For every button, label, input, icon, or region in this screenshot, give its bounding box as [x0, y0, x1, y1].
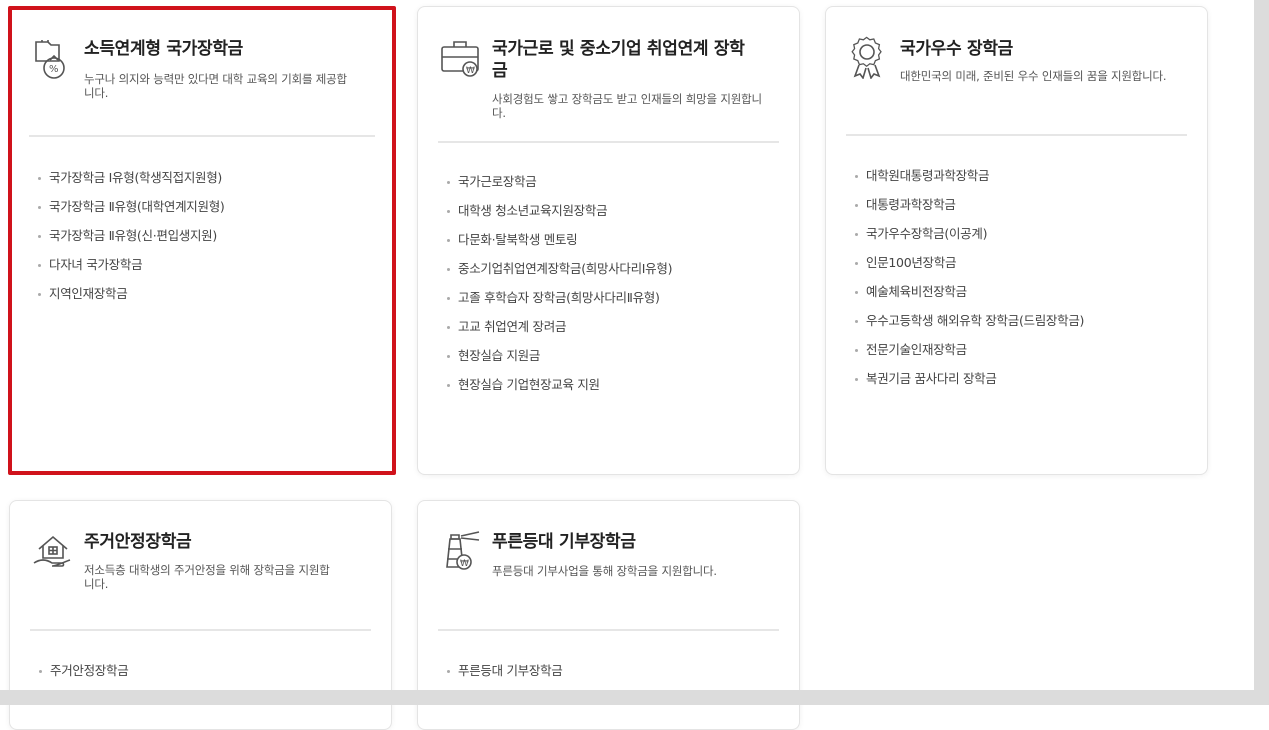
- list-item[interactable]: 지역인재장학금: [29, 285, 379, 314]
- list-item[interactable]: 대학원대통령과학장학금: [846, 167, 1196, 196]
- card-title[interactable]: 소득연계형 국가장학금: [84, 38, 243, 60]
- card-description: 푸른등대 기부사업을 통해 장학금을 지원합니다.: [492, 564, 717, 578]
- list-item[interactable]: 복권기금 꿈사다리 장학금: [846, 370, 1196, 399]
- list-item[interactable]: 국가장학금 Ⅰ유형(학생직접지원형): [29, 169, 379, 198]
- card-description: 저소득층 대학생의 주거안정을 위해 장학금을 지원합니다.: [84, 563, 330, 591]
- list-item[interactable]: 고교 취업연계 장려금: [438, 318, 788, 347]
- card-title[interactable]: 주거안정장학금: [84, 531, 192, 553]
- card-title[interactable]: 푸른등대 기부장학금: [492, 531, 636, 553]
- scholarship-list: 대학원대통령과학장학금 대통령과학장학금 국가우수장학금(이공계) 인문100년…: [846, 167, 1196, 399]
- list-item[interactable]: 중소기업취업연계장학금(희망사다리Ⅰ유형): [438, 260, 788, 289]
- card-divider: [30, 629, 371, 631]
- list-item[interactable]: 주거안정장학금: [30, 662, 380, 691]
- card-title[interactable]: 국가우수 장학금: [900, 38, 1013, 60]
- scholarship-card-income-linked[interactable]: % 소득연계형 국가장학금 누구나 의지와 능력만 있다면 대학 교육의 기회를…: [8, 6, 396, 475]
- scholarship-list: 국가근로장학금 대학생 청소년교육지원장학금 다문화·탈북학생 멘토링 중소기업…: [438, 173, 788, 405]
- scholarship-list: 푸른등대 기부장학금: [438, 662, 788, 691]
- scroll-edge-bottom: [0, 690, 1269, 705]
- card-description: 대한민국의 미래, 준비된 우수 인재들의 꿈을 지원합니다.: [900, 69, 1167, 83]
- card-divider: [846, 134, 1187, 136]
- briefcase-icon: ₩: [439, 37, 483, 81]
- list-item[interactable]: 국가장학금 Ⅱ유형(대학연계지원형): [29, 198, 379, 227]
- scholarship-list: 국가장학금 Ⅰ유형(학생직접지원형) 국가장학금 Ⅱ유형(대학연계지원형) 국가…: [29, 169, 379, 314]
- list-item[interactable]: 대통령과학장학금: [846, 196, 1196, 225]
- card-divider: [438, 141, 779, 143]
- list-item[interactable]: 고졸 후학습자 장학금(희망사다리Ⅱ유형): [438, 289, 788, 318]
- list-item[interactable]: 푸른등대 기부장학금: [438, 662, 788, 691]
- list-item[interactable]: 국가근로장학금: [438, 173, 788, 202]
- list-item[interactable]: 다문화·탈북학생 멘토링: [438, 231, 788, 260]
- house-hand-icon: [31, 529, 75, 573]
- scholarship-card-work-study[interactable]: ₩ 국가근로 및 중소기업 취업연계 장학금 사회경험도 쌓고 장학금도 받고 …: [417, 6, 800, 475]
- card-description: 사회경험도 쌓고 장학금도 받고 인재들의 희망을 지원합니다.: [492, 92, 762, 120]
- list-item[interactable]: 인문100년장학금: [846, 254, 1196, 283]
- money-bag-icon: %: [32, 36, 76, 80]
- list-item[interactable]: 예술체육비전장학금: [846, 283, 1196, 312]
- card-description: 누구나 의지와 능력만 있다면 대학 교육의 기회를 제공합니다.: [84, 72, 347, 100]
- svg-text:₩: ₩: [466, 66, 475, 76]
- list-item[interactable]: 현장실습 기업현장교육 지원: [438, 376, 788, 405]
- list-item[interactable]: 다자녀 국가장학금: [29, 256, 379, 285]
- svg-text:₩: ₩: [460, 559, 469, 569]
- card-divider: [29, 135, 375, 137]
- card-title[interactable]: 국가근로 및 중소기업 취업연계 장학금: [492, 38, 752, 82]
- list-item[interactable]: 우수고등학생 해외유학 장학금(드림장학금): [846, 312, 1196, 341]
- scroll-edge-right: [1254, 0, 1269, 705]
- list-item[interactable]: 전문기술인재장학금: [846, 341, 1196, 370]
- scholarship-list: 주거안정장학금: [30, 662, 380, 691]
- svg-text:%: %: [49, 64, 59, 75]
- lighthouse-icon: ₩: [439, 529, 483, 573]
- list-item[interactable]: 국가우수장학금(이공계): [846, 225, 1196, 254]
- list-item[interactable]: 국가장학금 Ⅱ유형(신·편입생지원): [29, 227, 379, 256]
- scholarship-card-national-excellence[interactable]: 국가우수 장학금 대한민국의 미래, 준비된 우수 인재들의 꿈을 지원합니다.…: [825, 6, 1208, 475]
- card-divider: [438, 629, 779, 631]
- list-item[interactable]: 대학생 청소년교육지원장학금: [438, 202, 788, 231]
- award-medal-icon: [845, 35, 889, 79]
- list-item[interactable]: 현장실습 지원금: [438, 347, 788, 376]
